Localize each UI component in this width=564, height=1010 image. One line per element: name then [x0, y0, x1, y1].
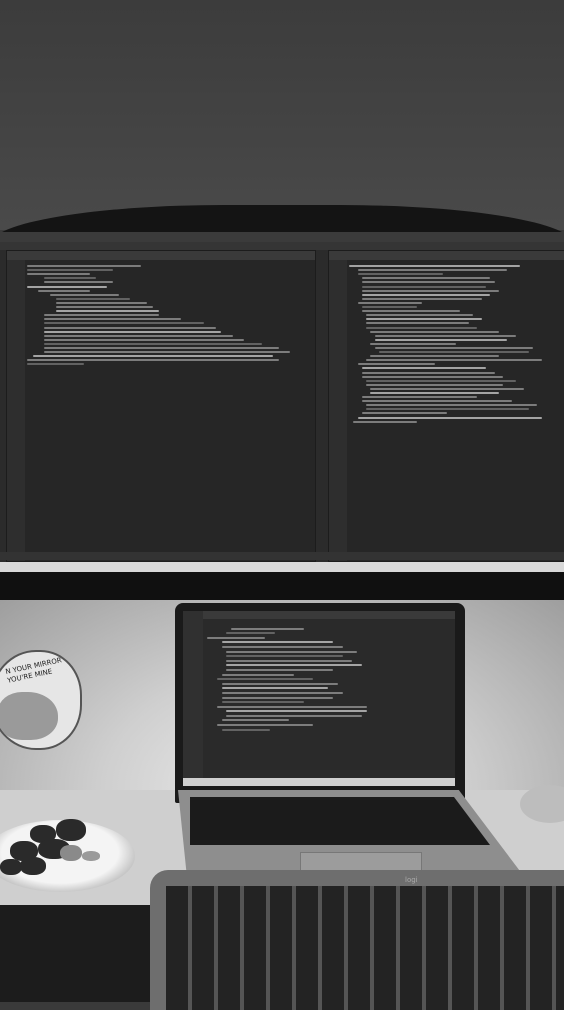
external-keyboard — [150, 870, 564, 1010]
laptop-screen — [183, 611, 455, 786]
monitor-chin — [0, 572, 564, 600]
line-gutter — [7, 260, 25, 561]
editor-tabs — [7, 251, 315, 260]
dried-fruit-pile — [0, 815, 110, 885]
laptop-line-gutter — [183, 611, 203, 786]
wall-sticker: N YOUR MIRROR YOU'RE MINE — [0, 650, 82, 750]
laptop-editor-tabs — [183, 611, 455, 619]
laptop-keyboard — [190, 797, 490, 845]
os-taskbar — [0, 562, 564, 572]
code-editor-left — [6, 250, 316, 562]
wall — [0, 0, 564, 230]
code-lines-right — [349, 263, 563, 425]
laptop-taskbar — [183, 778, 455, 786]
sticker-face-drawing — [0, 692, 58, 740]
line-gutter-right — [329, 260, 347, 561]
laptop-code-lines — [207, 625, 449, 733]
keyboard-keys — [166, 886, 564, 1010]
code-editor-right — [328, 250, 564, 562]
sticker-text: N YOUR MIRROR YOU'RE MINE — [5, 656, 65, 686]
keyboard-logo: logi — [405, 876, 418, 884]
editor-tabs-right — [329, 251, 564, 260]
monitor-screen — [0, 232, 564, 572]
code-lines — [27, 263, 313, 367]
ide-status-bar — [0, 552, 564, 560]
ide-toolbar — [0, 242, 564, 250]
